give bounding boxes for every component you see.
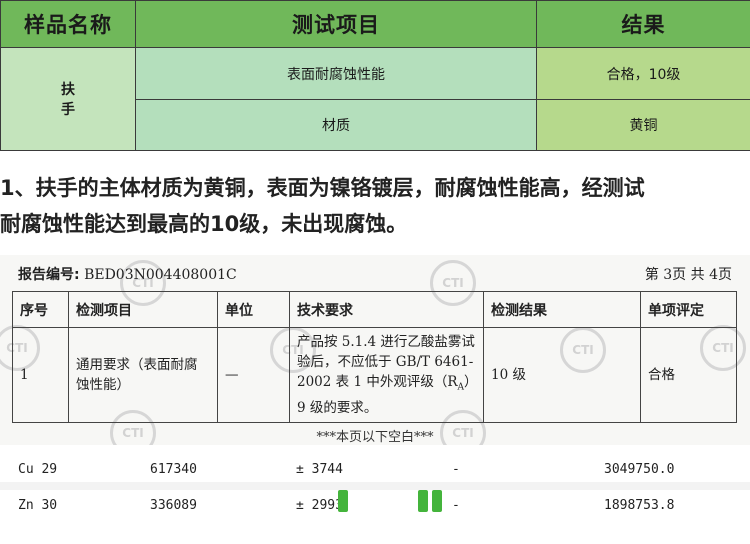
report-header-seq: 序号 [12, 291, 69, 328]
report-header-item: 检测项目 [68, 291, 218, 328]
green-mark [338, 490, 348, 512]
header-sample-name: 样品名称 [0, 0, 136, 48]
requirement-text-part1: 产品按 5.1.4 进行乙酸盐雾试验后，不应低于 GB/T 6461-2002 … [297, 334, 475, 391]
element-value: 1898753.8 [604, 498, 675, 513]
description-text: 1、扶手的主体材质为黄铜，表面为镍铬镀层，耐腐蚀性能高，经测试 耐腐蚀性能达到最… [0, 170, 750, 242]
report-cell-unit: — [217, 327, 290, 423]
row-divider [0, 482, 750, 490]
green-mark [418, 490, 428, 512]
description-line2: 耐腐蚀性能达到最高的10级，未出现腐蚀。 [0, 212, 408, 236]
summary-table: 样品名称 测试项目 结果 扶 手 表面耐腐蚀性能 合格，10级 材质 黄铜 [0, 0, 750, 151]
element-dash: - [452, 498, 460, 513]
test-item-corrosion: 表面耐腐蚀性能 [135, 47, 537, 100]
element-name: Zn 30 [18, 498, 58, 513]
result-material: 黄铜 [536, 99, 750, 151]
header-test-item: 测试项目 [135, 0, 537, 48]
report-number: 报告编号: BED03N004408001C [18, 264, 237, 284]
sample-name-cell: 扶 手 [0, 47, 136, 151]
data-row: Zn 30 336089 ± 2993 - 1898753.8 [0, 492, 750, 518]
report-number-label: 报告编号: [18, 267, 80, 283]
element-data: Cu 29 617340 ± 3744 - 3049750.0 Zn 30 33… [0, 448, 750, 544]
report-page-info: 第 3页 共 4页 [644, 267, 732, 283]
element-value: 3049750.0 [604, 462, 675, 477]
report-header: 报告编号: BED03N004408001C 第 3页 共 4页 [18, 264, 732, 284]
test-item-material: 材质 [135, 99, 537, 151]
report-number-value: BED03N004408001C [84, 267, 237, 283]
element-error: ± 3744 [296, 462, 343, 477]
result-corrosion: 合格，10级 [536, 47, 750, 100]
report-scan: CTI CTI CTI CTI CTI CTI CTI CTI 报告编号: BE… [0, 255, 750, 445]
element-error: ± 2993 [296, 498, 343, 513]
header-result: 结果 [536, 0, 750, 48]
report-header-result: 检测结果 [483, 291, 641, 328]
blank-below-note: ***本页以下空白*** [316, 430, 434, 445]
report-header-unit: 单位 [217, 291, 290, 328]
report-cell-item: 通用要求（表面耐腐蚀性能） [68, 327, 218, 423]
report-header-evaluation: 单项评定 [640, 291, 737, 328]
sample-name-line1: 扶 [61, 82, 75, 98]
data-row: Cu 29 617340 ± 3744 - 3049750.0 [0, 456, 750, 482]
element-count: 617340 [150, 462, 197, 477]
element-dash: - [452, 462, 460, 477]
report-cell-evaluation: 合格 [640, 327, 737, 423]
report-cell-seq: 1 [12, 327, 69, 423]
sample-name-line2: 手 [61, 102, 75, 118]
green-mark [432, 490, 442, 512]
element-name: Cu 29 [18, 462, 58, 477]
report-cell-requirement: 产品按 5.1.4 进行乙酸盐雾试验后，不应低于 GB/T 6461-2002 … [289, 327, 484, 423]
cropped-row-fragment [0, 448, 750, 454]
report-cell-result: 10 级 [483, 327, 641, 423]
element-count: 336089 [150, 498, 197, 513]
report-header-requirement: 技术要求 [289, 291, 484, 328]
description-line1: 1、扶手的主体材质为黄铜，表面为镍铬镀层，耐腐蚀性能高，经测试 [0, 176, 645, 200]
report-table: 序号 检测项目 单位 技术要求 检测结果 单项评定 1 通用要求（表面耐腐蚀性能… [12, 291, 737, 423]
